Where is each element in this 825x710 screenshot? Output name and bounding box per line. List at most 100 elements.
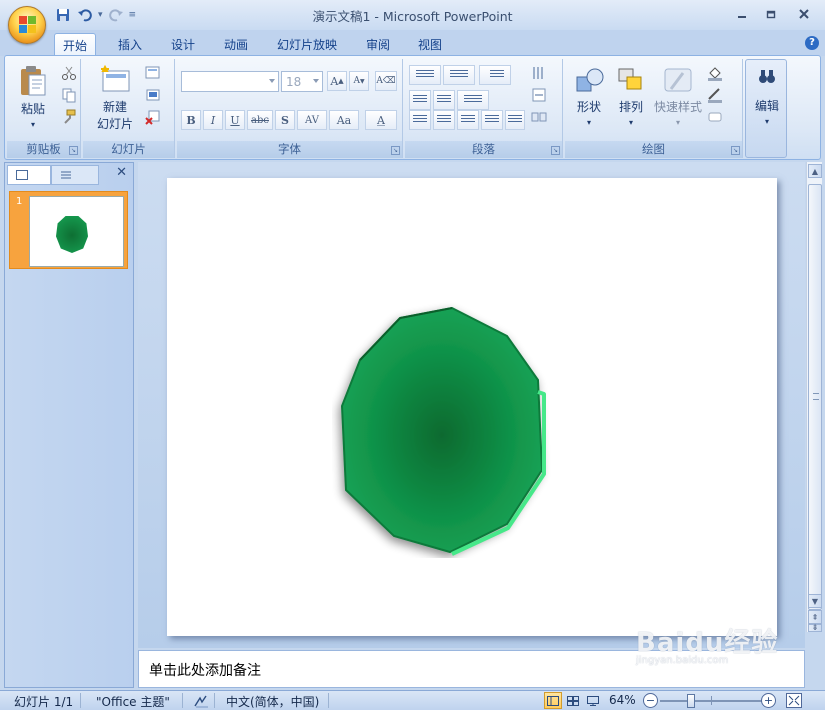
- smartart-icon[interactable]: [531, 109, 547, 125]
- paste-button[interactable]: 粘贴 ▾: [9, 61, 57, 135]
- shrink-font-icon[interactable]: A ▼: [349, 71, 369, 91]
- bullets-icon[interactable]: [409, 65, 441, 85]
- underline-button[interactable]: U: [225, 110, 245, 130]
- decrease-indent-icon[interactable]: [409, 90, 431, 110]
- decagon-shape[interactable]: [332, 298, 552, 558]
- tab-review[interactable]: 审阅: [358, 33, 398, 56]
- font-color-button[interactable]: A: [365, 110, 397, 130]
- distributed-icon[interactable]: [505, 110, 525, 130]
- shapes-button[interactable]: 形状 ▾: [569, 61, 609, 137]
- tab-slideshow[interactable]: 幻灯片放映: [269, 33, 345, 56]
- slide-edit-area: [138, 162, 805, 648]
- align-center-icon[interactable]: [433, 110, 455, 130]
- outline-tab-icon: [61, 171, 71, 179]
- strikethrough-button[interactable]: abc: [247, 110, 273, 130]
- slideshow-view-button[interactable]: [584, 692, 602, 709]
- zoom-out-icon[interactable]: −: [643, 693, 658, 708]
- scroll-down-icon[interactable]: ▼: [808, 594, 822, 608]
- tab-slides[interactable]: [7, 165, 51, 185]
- group-editing[interactable]: 编辑 ▾: [745, 59, 787, 158]
- slides-pane: ✕ 1: [4, 162, 134, 688]
- font-launcher-icon[interactable]: ↘: [391, 146, 400, 155]
- watermark-brand: Baidu经验: [636, 628, 779, 658]
- slide-sorter-view-button[interactable]: [564, 692, 582, 709]
- minimize-button[interactable]: [728, 4, 756, 24]
- shadow-button[interactable]: S: [275, 110, 295, 130]
- copy-icon[interactable]: [61, 87, 77, 103]
- office-button[interactable]: [8, 6, 46, 44]
- notes-placeholder: 单击此处添加备注: [149, 663, 261, 679]
- quick-styles-button[interactable]: 快速样式 ▾: [653, 61, 703, 137]
- cut-icon[interactable]: [61, 65, 77, 81]
- numbering-icon[interactable]: [443, 65, 475, 85]
- status-language[interactable]: 中文(简体，中国): [226, 693, 319, 710]
- arrange-button[interactable]: 排列 ▾: [611, 61, 651, 137]
- slide-thumbnail-number: 1: [16, 196, 23, 207]
- clipboard-launcher-icon[interactable]: ↘: [69, 146, 78, 155]
- thumbnail-decagon-shape: [56, 216, 88, 253]
- italic-button[interactable]: I: [203, 110, 223, 130]
- align-left-icon[interactable]: [409, 110, 431, 130]
- zoom-in-icon[interactable]: +: [761, 693, 776, 708]
- font-size-combo[interactable]: 18: [281, 71, 323, 92]
- grow-font-icon[interactable]: A ▲: [327, 71, 347, 91]
- group-font-label: 字体: [177, 141, 402, 158]
- font-name-combo[interactable]: [181, 71, 279, 92]
- status-theme[interactable]: "Office 主题": [96, 693, 170, 710]
- tab-home[interactable]: 开始: [54, 33, 97, 57]
- scroll-up-icon[interactable]: ▲: [808, 164, 822, 178]
- char-spacing-button[interactable]: AV: [297, 110, 327, 130]
- font-size-value: 18: [286, 75, 302, 89]
- tab-design[interactable]: 设计: [163, 33, 203, 56]
- drawing-launcher-icon[interactable]: ↘: [731, 146, 740, 155]
- editing-dropdown-icon: ▾: [764, 117, 769, 126]
- close-pane-icon[interactable]: ✕: [116, 165, 127, 180]
- restore-button[interactable]: [757, 4, 785, 24]
- tab-animations[interactable]: 动画: [216, 33, 256, 56]
- status-separator: [182, 693, 183, 708]
- vertical-scrollbar[interactable]: ▲ ▼ ⇞ ⇟: [806, 162, 822, 632]
- increase-indent-icon[interactable]: [433, 90, 455, 110]
- justify-icon[interactable]: [481, 110, 503, 130]
- layout-icon[interactable]: [145, 65, 161, 81]
- align-right-icon[interactable]: [457, 110, 479, 130]
- tab-outline[interactable]: [51, 165, 99, 185]
- zoom-slider-knob[interactable]: [687, 694, 695, 708]
- paragraph-launcher-icon[interactable]: ↘: [551, 146, 560, 155]
- scrollbar-thumb[interactable]: [808, 184, 822, 610]
- group-paragraph-label: 段落: [405, 141, 562, 158]
- shape-effects-icon[interactable]: [707, 109, 723, 125]
- clear-format-icon[interactable]: A⌫: [375, 71, 397, 91]
- normal-view-icon: [547, 695, 559, 706]
- close-button[interactable]: [790, 4, 818, 24]
- align-text-icon[interactable]: [531, 87, 547, 103]
- shape-outline-icon[interactable]: [707, 87, 723, 103]
- previous-slide-icon[interactable]: ⇞: [808, 610, 822, 624]
- font-name-dropdown-icon: [269, 79, 275, 83]
- columns-icon[interactable]: [457, 90, 489, 110]
- next-slide-icon[interactable]: ⇟: [808, 624, 822, 632]
- zoom-slider[interactable]: [660, 700, 764, 702]
- shape-fill-icon[interactable]: [707, 65, 723, 81]
- format-painter-icon[interactable]: [61, 109, 77, 125]
- change-case-button[interactable]: Aa: [329, 110, 359, 130]
- help-icon[interactable]: ?: [805, 36, 819, 50]
- slide-thumbnail[interactable]: 1: [9, 191, 128, 269]
- tab-insert[interactable]: 插入: [110, 33, 150, 56]
- spell-check-icon[interactable]: [194, 694, 210, 708]
- paste-icon: [21, 66, 46, 96]
- text-direction-icon[interactable]: [531, 65, 547, 81]
- reset-slide-icon[interactable]: [145, 87, 161, 103]
- zoom-level[interactable]: 64%: [609, 693, 636, 707]
- new-slide-label-2: 幻灯片: [96, 117, 133, 131]
- slide-canvas[interactable]: [167, 178, 777, 636]
- tab-view[interactable]: 视图: [410, 33, 450, 56]
- normal-view-button[interactable]: [544, 692, 562, 709]
- window-title: 演示文稿1 - Microsoft PowerPoint: [312, 9, 513, 24]
- delete-slide-icon[interactable]: [145, 109, 161, 125]
- line-spacing-icon[interactable]: [479, 65, 511, 85]
- new-slide-button[interactable]: 新建 幻灯片: [87, 61, 143, 137]
- bold-button[interactable]: B: [181, 110, 201, 130]
- group-clipboard: 粘贴 ▾ 剪贴板 ↘: [7, 59, 81, 158]
- fit-to-window-icon[interactable]: [786, 693, 802, 708]
